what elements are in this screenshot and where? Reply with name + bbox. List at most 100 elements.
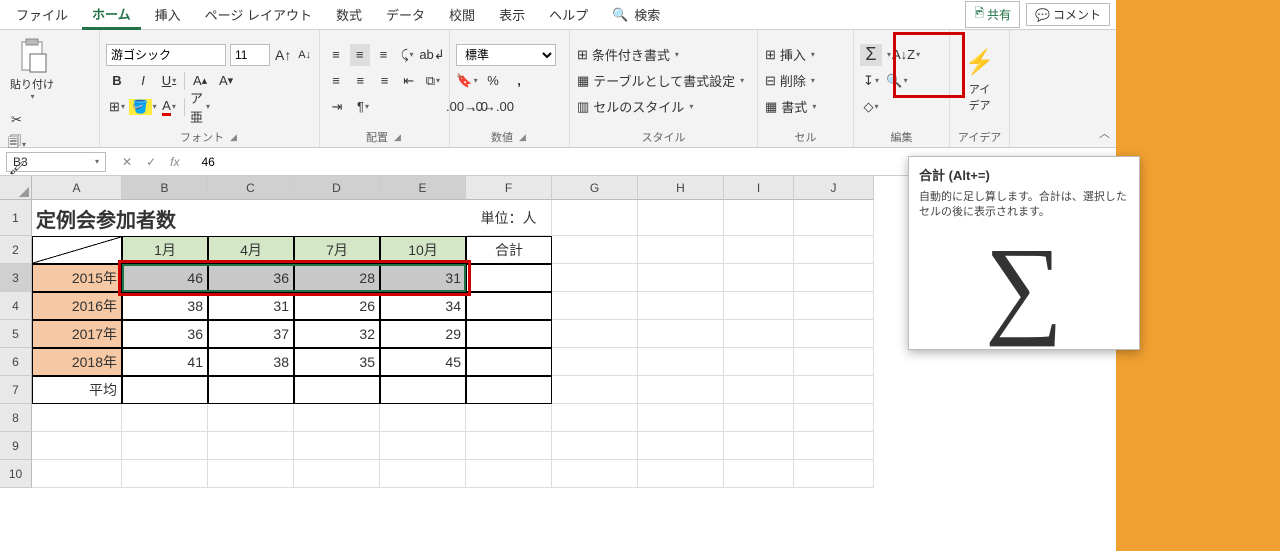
cell[interactable]: 36 bbox=[208, 264, 294, 292]
delete-cells-button[interactable]: ⊟削除▾ bbox=[764, 70, 847, 92]
col-header[interactable]: D bbox=[294, 176, 380, 200]
align-middle-button[interactable]: ≡ bbox=[350, 44, 370, 66]
number-format-combo[interactable]: 標準 bbox=[456, 44, 556, 66]
cell[interactable] bbox=[380, 200, 466, 236]
cell[interactable]: 平均 bbox=[32, 376, 122, 404]
cell[interactable] bbox=[724, 404, 794, 432]
cell[interactable] bbox=[294, 404, 380, 432]
cell[interactable] bbox=[466, 348, 552, 376]
cell[interactable] bbox=[552, 264, 638, 292]
cell[interactable]: 26 bbox=[294, 292, 380, 320]
col-header[interactable]: G bbox=[552, 176, 638, 200]
cell[interactable] bbox=[208, 404, 294, 432]
cell[interactable] bbox=[122, 404, 208, 432]
cell[interactable] bbox=[466, 460, 552, 488]
phonetic-button[interactable]: ア亜▾ bbox=[189, 96, 211, 118]
cell[interactable] bbox=[638, 236, 724, 264]
orientation-button[interactable]: ⤹▾ bbox=[397, 44, 417, 66]
cell[interactable] bbox=[794, 292, 874, 320]
cell[interactable]: 38 bbox=[122, 292, 208, 320]
cell[interactable]: 37 bbox=[208, 320, 294, 348]
tab-insert[interactable]: 挿入 bbox=[145, 1, 191, 28]
cell[interactable] bbox=[294, 432, 380, 460]
rtl-button[interactable]: ¶▾ bbox=[352, 96, 374, 118]
paste-button[interactable]: 貼り付け▾ bbox=[6, 34, 58, 105]
cell[interactable] bbox=[794, 404, 874, 432]
cell[interactable]: 31 bbox=[380, 264, 466, 292]
collapse-ribbon-button[interactable]: ︿ bbox=[1099, 125, 1110, 141]
accounting-format-button[interactable]: 🔖▾ bbox=[456, 70, 478, 92]
align-center-button[interactable]: ≡ bbox=[350, 70, 370, 92]
font-name-combo[interactable] bbox=[106, 44, 226, 66]
row-header[interactable]: 9 bbox=[0, 432, 32, 460]
cell[interactable] bbox=[794, 320, 874, 348]
wrap-text-button[interactable]: ab↲ bbox=[421, 44, 443, 66]
row-header[interactable]: 2 bbox=[0, 236, 32, 264]
tab-formulas[interactable]: 数式 bbox=[326, 1, 372, 28]
cell[interactable] bbox=[32, 200, 122, 236]
col-header[interactable]: I bbox=[724, 176, 794, 200]
cell[interactable] bbox=[466, 292, 552, 320]
cell[interactable]: 単位：人 bbox=[466, 200, 552, 236]
cell[interactable] bbox=[552, 236, 638, 264]
cell[interactable] bbox=[208, 376, 294, 404]
tab-help[interactable]: ヘルプ bbox=[539, 1, 598, 28]
cell[interactable] bbox=[724, 376, 794, 404]
cell[interactable]: 34 bbox=[380, 292, 466, 320]
tab-file[interactable]: ファイル bbox=[6, 1, 78, 28]
col-header[interactable]: H bbox=[638, 176, 724, 200]
cell[interactable] bbox=[32, 460, 122, 488]
format-as-table-button[interactable]: ▦テーブルとして書式設定▾ bbox=[576, 70, 751, 92]
cell[interactable] bbox=[724, 432, 794, 460]
cell[interactable] bbox=[724, 320, 794, 348]
cell[interactable] bbox=[638, 460, 724, 488]
font-size-combo[interactable] bbox=[230, 44, 270, 66]
autosum-button[interactable]: Σ bbox=[860, 44, 882, 66]
cell[interactable]: 10月 bbox=[380, 236, 466, 264]
cell[interactable] bbox=[638, 348, 724, 376]
cell[interactable]: 45 bbox=[380, 348, 466, 376]
cut-button[interactable]: ✂ bbox=[6, 109, 28, 131]
format-cells-button[interactable]: ▦書式▾ bbox=[764, 96, 847, 118]
cell[interactable]: 29 bbox=[380, 320, 466, 348]
cell[interactable] bbox=[466, 404, 552, 432]
cell[interactable] bbox=[552, 460, 638, 488]
cell[interactable]: 2018年 bbox=[32, 348, 122, 376]
cell[interactable] bbox=[724, 348, 794, 376]
cell[interactable] bbox=[638, 320, 724, 348]
cell[interactable] bbox=[638, 404, 724, 432]
cell[interactable] bbox=[380, 376, 466, 404]
cell[interactable]: 2017年 bbox=[32, 320, 122, 348]
cell[interactable]: 46 bbox=[122, 264, 208, 292]
row-header[interactable]: 4 bbox=[0, 292, 32, 320]
underline-button[interactable]: U▾ bbox=[158, 70, 180, 92]
cell[interactable] bbox=[724, 200, 794, 236]
cell[interactable] bbox=[122, 376, 208, 404]
fx-button[interactable]: fx bbox=[164, 155, 185, 169]
tab-review[interactable]: 校閲 bbox=[439, 1, 485, 28]
merge-button[interactable]: ⧉▾ bbox=[423, 70, 443, 92]
row-header[interactable]: 7 bbox=[0, 376, 32, 404]
row-header[interactable]: 10 bbox=[0, 460, 32, 488]
fill-button[interactable]: ↧▾ bbox=[860, 70, 882, 92]
cell[interactable] bbox=[552, 376, 638, 404]
cell[interactable]: 2016年 bbox=[32, 292, 122, 320]
cancel-formula-button[interactable]: ✕ bbox=[116, 155, 138, 169]
font-color-button[interactable]: A▾ bbox=[158, 96, 180, 118]
cell[interactable] bbox=[294, 376, 380, 404]
col-header[interactable]: B bbox=[122, 176, 208, 200]
align-top-button[interactable]: ≡ bbox=[326, 44, 346, 66]
cell[interactable]: 38 bbox=[208, 348, 294, 376]
row-header[interactable]: 6 bbox=[0, 348, 32, 376]
cell[interactable] bbox=[794, 432, 874, 460]
cell[interactable] bbox=[638, 292, 724, 320]
cell[interactable] bbox=[794, 236, 874, 264]
cell[interactable] bbox=[724, 236, 794, 264]
clear-button[interactable]: ◇▾ bbox=[860, 96, 882, 118]
cell[interactable] bbox=[466, 264, 552, 292]
cell[interactable] bbox=[552, 320, 638, 348]
cell[interactable]: 36 bbox=[122, 320, 208, 348]
col-header[interactable]: E bbox=[380, 176, 466, 200]
cell[interactable] bbox=[794, 376, 874, 404]
share-button[interactable]: 🖻共有 bbox=[965, 1, 1020, 28]
